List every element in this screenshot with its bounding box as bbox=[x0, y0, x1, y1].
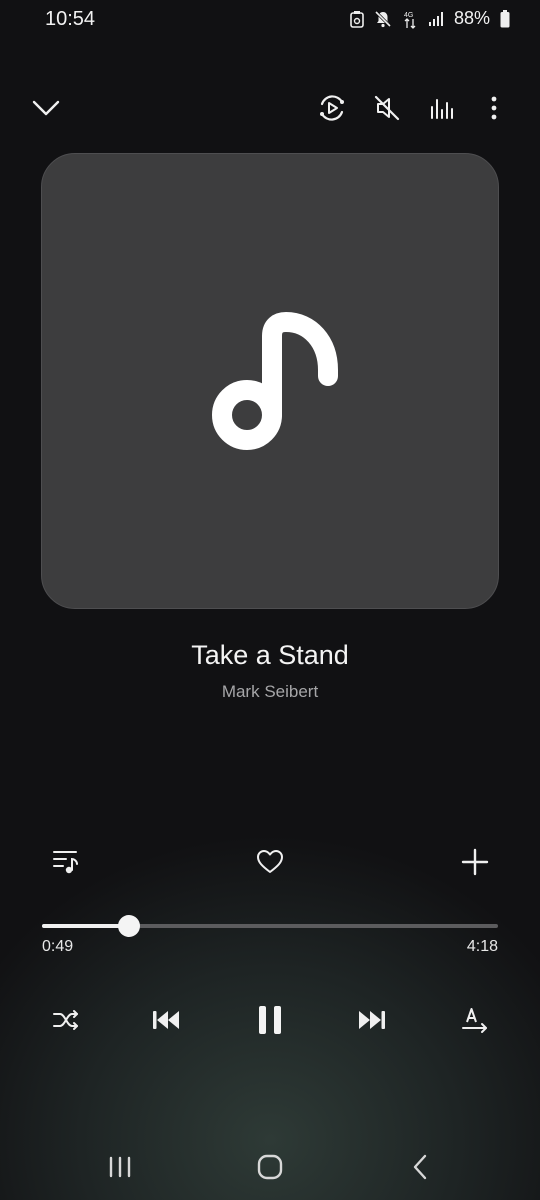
elapsed-time: 0:49 bbox=[42, 938, 74, 955]
playlist-icon bbox=[53, 851, 78, 874]
home-icon bbox=[257, 1154, 283, 1180]
mute-icon bbox=[374, 10, 392, 27]
shuffle-icon bbox=[53, 1010, 78, 1030]
battery-percent: 88% bbox=[453, 8, 490, 28]
recents-icon bbox=[109, 1156, 131, 1178]
repeat-button[interactable] bbox=[455, 1000, 495, 1040]
smart-view-icon bbox=[320, 95, 344, 121]
svg-text:4G: 4G bbox=[404, 12, 413, 19]
data-arrows-icon: 4G bbox=[404, 12, 416, 29]
favorite-button[interactable] bbox=[250, 842, 290, 882]
status-icons: 4G 88% bbox=[350, 8, 510, 29]
recents-button[interactable] bbox=[98, 1147, 142, 1187]
seek-thumb[interactable] bbox=[117, 915, 140, 937]
previous-button[interactable] bbox=[146, 1000, 186, 1040]
more-options-icon bbox=[491, 96, 497, 120]
volume-button[interactable] bbox=[367, 88, 407, 128]
pause-icon bbox=[259, 1006, 281, 1034]
track-title: Take a Stand bbox=[191, 640, 349, 670]
total-duration: 4:18 bbox=[466, 938, 498, 955]
music-note-icon bbox=[212, 312, 338, 450]
home-button[interactable] bbox=[248, 1147, 292, 1187]
back-icon bbox=[413, 1154, 427, 1180]
signal-icon bbox=[428, 11, 443, 26]
next-button[interactable] bbox=[352, 1000, 392, 1040]
previous-icon bbox=[153, 1011, 179, 1029]
back-button[interactable] bbox=[398, 1147, 442, 1187]
add-icon bbox=[461, 848, 489, 876]
equalizer-button[interactable] bbox=[422, 88, 462, 128]
playlist-button[interactable] bbox=[46, 842, 86, 882]
dnd-icon bbox=[350, 10, 364, 28]
smart-view-button[interactable] bbox=[312, 88, 352, 128]
next-icon bbox=[359, 1011, 385, 1029]
favorite-heart-icon bbox=[257, 850, 283, 873]
equalizer-icon bbox=[431, 99, 453, 119]
volume-muted-icon bbox=[374, 95, 400, 121]
repeat-a-icon bbox=[462, 1008, 487, 1033]
pause-button[interactable] bbox=[248, 998, 292, 1042]
collapse-chevron-icon bbox=[32, 100, 60, 116]
track-artist[interactable]: Mark Seibert bbox=[0, 682, 540, 702]
status-time: 10:54 bbox=[45, 8, 96, 30]
album-art bbox=[41, 153, 499, 609]
add-to-playlist-button[interactable] bbox=[455, 842, 495, 882]
shuffle-button[interactable] bbox=[46, 1000, 86, 1040]
collapse-button[interactable] bbox=[26, 88, 66, 128]
more-options-button[interactable] bbox=[474, 88, 514, 128]
battery-icon bbox=[500, 9, 510, 27]
seek-progress bbox=[42, 924, 129, 928]
